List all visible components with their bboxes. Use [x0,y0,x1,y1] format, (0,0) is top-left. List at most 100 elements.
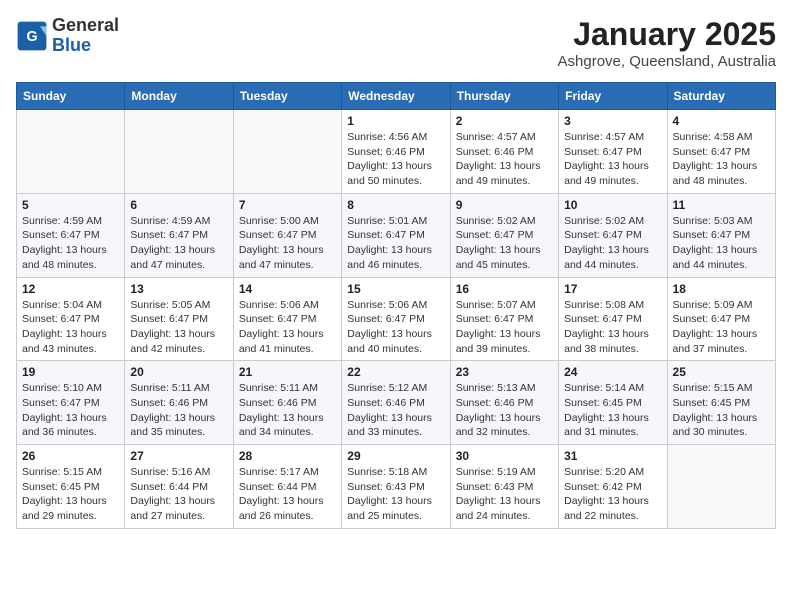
day-info: Sunrise: 5:00 AM Sunset: 6:47 PM Dayligh… [239,214,336,273]
month-year: January 2025 [558,16,776,53]
day-number: 23 [456,365,553,379]
day-number: 30 [456,449,553,463]
weekday-header-friday: Friday [559,83,667,110]
day-number: 27 [130,449,227,463]
calendar-cell: 9 Sunrise: 5:02 AM Sunset: 6:47 PM Daylig… [450,193,558,277]
day-number: 4 [673,114,770,128]
day-info: Sunrise: 5:01 AM Sunset: 6:47 PM Dayligh… [347,214,444,273]
day-number: 24 [564,365,661,379]
day-number: 29 [347,449,444,463]
day-info: Sunrise: 5:03 AM Sunset: 6:47 PM Dayligh… [673,214,770,273]
day-info: Sunrise: 5:07 AM Sunset: 6:47 PM Dayligh… [456,298,553,357]
calendar-cell: 13 Sunrise: 5:05 AM Sunset: 6:47 PM Dayli… [125,277,233,361]
day-info: Sunrise: 4:56 AM Sunset: 6:46 PM Dayligh… [347,130,444,189]
day-info: Sunrise: 5:02 AM Sunset: 6:47 PM Dayligh… [456,214,553,273]
day-number: 9 [456,198,553,212]
calendar-cell: 12 Sunrise: 5:04 AM Sunset: 6:47 PM Dayli… [17,277,125,361]
day-info: Sunrise: 5:17 AM Sunset: 6:44 PM Dayligh… [239,465,336,524]
day-number: 11 [673,198,770,212]
day-info: Sunrise: 5:12 AM Sunset: 6:46 PM Dayligh… [347,381,444,440]
day-number: 6 [130,198,227,212]
calendar-cell: 2 Sunrise: 4:57 AM Sunset: 6:46 PM Daylig… [450,110,558,194]
calendar-cell [667,445,775,529]
day-number: 16 [456,282,553,296]
calendar-table: SundayMondayTuesdayWednesdayThursdayFrid… [16,82,776,529]
calendar-cell: 16 Sunrise: 5:07 AM Sunset: 6:47 PM Dayli… [450,277,558,361]
logo: G General Blue [16,16,119,56]
weekday-header-saturday: Saturday [667,83,775,110]
calendar-cell: 23 Sunrise: 5:13 AM Sunset: 6:46 PM Dayli… [450,361,558,445]
day-number: 19 [22,365,119,379]
day-info: Sunrise: 5:15 AM Sunset: 6:45 PM Dayligh… [673,381,770,440]
day-number: 7 [239,198,336,212]
day-info: Sunrise: 5:18 AM Sunset: 6:43 PM Dayligh… [347,465,444,524]
day-number: 21 [239,365,336,379]
calendar-week-5: 26Sunrise: 5:15 AM Sunset: 6:45 PM Dayli… [17,445,776,529]
day-info: Sunrise: 5:04 AM Sunset: 6:47 PM Dayligh… [22,298,119,357]
calendar-cell: 20 Sunrise: 5:11 AM Sunset: 6:46 PM Dayli… [125,361,233,445]
calendar-cell: 19Sunrise: 5:10 AM Sunset: 6:47 PM Dayli… [17,361,125,445]
calendar-cell: 5Sunrise: 4:59 AM Sunset: 6:47 PM Daylig… [17,193,125,277]
day-info: Sunrise: 5:19 AM Sunset: 6:43 PM Dayligh… [456,465,553,524]
calendar-cell: 17Sunrise: 5:08 AM Sunset: 6:47 PM Dayli… [559,277,667,361]
day-info: Sunrise: 5:15 AM Sunset: 6:45 PM Dayligh… [22,465,119,524]
day-info: Sunrise: 5:05 AM Sunset: 6:47 PM Dayligh… [130,298,227,357]
title-block: January 2025 Ashgrove, Queensland, Austr… [558,16,776,70]
day-number: 13 [130,282,227,296]
calendar-week-2: 5Sunrise: 4:59 AM Sunset: 6:47 PM Daylig… [17,193,776,277]
location: Ashgrove, Queensland, Australia [558,53,776,70]
weekday-header-wednesday: Wednesday [342,83,450,110]
logo-blue: Blue [52,35,91,55]
calendar-week-1: 1Sunrise: 4:56 AM Sunset: 6:46 PM Daylig… [17,110,776,194]
day-info: Sunrise: 4:57 AM Sunset: 6:47 PM Dayligh… [564,130,661,189]
calendar-cell: 21 Sunrise: 5:11 AM Sunset: 6:46 PM Dayli… [233,361,341,445]
calendar-cell: 11 Sunrise: 5:03 AM Sunset: 6:47 PM Dayli… [667,193,775,277]
calendar-cell: 27 Sunrise: 5:16 AM Sunset: 6:44 PM Dayli… [125,445,233,529]
calendar-cell [233,110,341,194]
day-info: Sunrise: 5:14 AM Sunset: 6:45 PM Dayligh… [564,381,661,440]
day-number: 18 [673,282,770,296]
weekday-header-row: SundayMondayTuesdayWednesdayThursdayFrid… [17,83,776,110]
calendar-cell: 26Sunrise: 5:15 AM Sunset: 6:45 PM Dayli… [17,445,125,529]
day-number: 8 [347,198,444,212]
day-info: Sunrise: 5:09 AM Sunset: 6:47 PM Dayligh… [673,298,770,357]
day-number: 25 [673,365,770,379]
calendar-cell: 1Sunrise: 4:56 AM Sunset: 6:46 PM Daylig… [342,110,450,194]
calendar-cell: 7 Sunrise: 5:00 AM Sunset: 6:47 PM Daylig… [233,193,341,277]
day-info: Sunrise: 5:20 AM Sunset: 6:42 PM Dayligh… [564,465,661,524]
day-info: Sunrise: 5:08 AM Sunset: 6:47 PM Dayligh… [564,298,661,357]
day-number: 15 [347,282,444,296]
day-number: 2 [456,114,553,128]
day-number: 31 [564,449,661,463]
day-info: Sunrise: 5:06 AM Sunset: 6:47 PM Dayligh… [347,298,444,357]
calendar-cell: 29 Sunrise: 5:18 AM Sunset: 6:43 PM Dayli… [342,445,450,529]
calendar-cell: 28Sunrise: 5:17 AM Sunset: 6:44 PM Dayli… [233,445,341,529]
calendar-cell: 4 Sunrise: 4:58 AM Sunset: 6:47 PM Daylig… [667,110,775,194]
calendar-cell: 18 Sunrise: 5:09 AM Sunset: 6:47 PM Dayli… [667,277,775,361]
logo-text: General Blue [52,16,119,56]
calendar-week-3: 12 Sunrise: 5:04 AM Sunset: 6:47 PM Dayli… [17,277,776,361]
day-number: 12 [22,282,119,296]
calendar-cell: 14Sunrise: 5:06 AM Sunset: 6:47 PM Dayli… [233,277,341,361]
calendar-cell: 24 Sunrise: 5:14 AM Sunset: 6:45 PM Dayli… [559,361,667,445]
weekday-header-sunday: Sunday [17,83,125,110]
weekday-header-thursday: Thursday [450,83,558,110]
day-info: Sunrise: 5:13 AM Sunset: 6:46 PM Dayligh… [456,381,553,440]
calendar-cell: 31 Sunrise: 5:20 AM Sunset: 6:42 PM Dayli… [559,445,667,529]
day-number: 20 [130,365,227,379]
calendar-cell [125,110,233,194]
calendar-cell: 30 Sunrise: 5:19 AM Sunset: 6:43 PM Dayli… [450,445,558,529]
day-info: Sunrise: 5:11 AM Sunset: 6:46 PM Dayligh… [239,381,336,440]
logo-general: General [52,15,119,35]
day-number: 10 [564,198,661,212]
page-header: G General Blue January 2025 Ashgrove, Qu… [16,16,776,70]
day-info: Sunrise: 4:57 AM Sunset: 6:46 PM Dayligh… [456,130,553,189]
calendar-cell: 6Sunrise: 4:59 AM Sunset: 6:47 PM Daylig… [125,193,233,277]
day-info: Sunrise: 5:11 AM Sunset: 6:46 PM Dayligh… [130,381,227,440]
calendar-cell: 8 Sunrise: 5:01 AM Sunset: 6:47 PM Daylig… [342,193,450,277]
day-info: Sunrise: 4:59 AM Sunset: 6:47 PM Dayligh… [22,214,119,273]
weekday-header-monday: Monday [125,83,233,110]
day-info: Sunrise: 5:16 AM Sunset: 6:44 PM Dayligh… [130,465,227,524]
calendar-cell: 10Sunrise: 5:02 AM Sunset: 6:47 PM Dayli… [559,193,667,277]
day-info: Sunrise: 4:58 AM Sunset: 6:47 PM Dayligh… [673,130,770,189]
